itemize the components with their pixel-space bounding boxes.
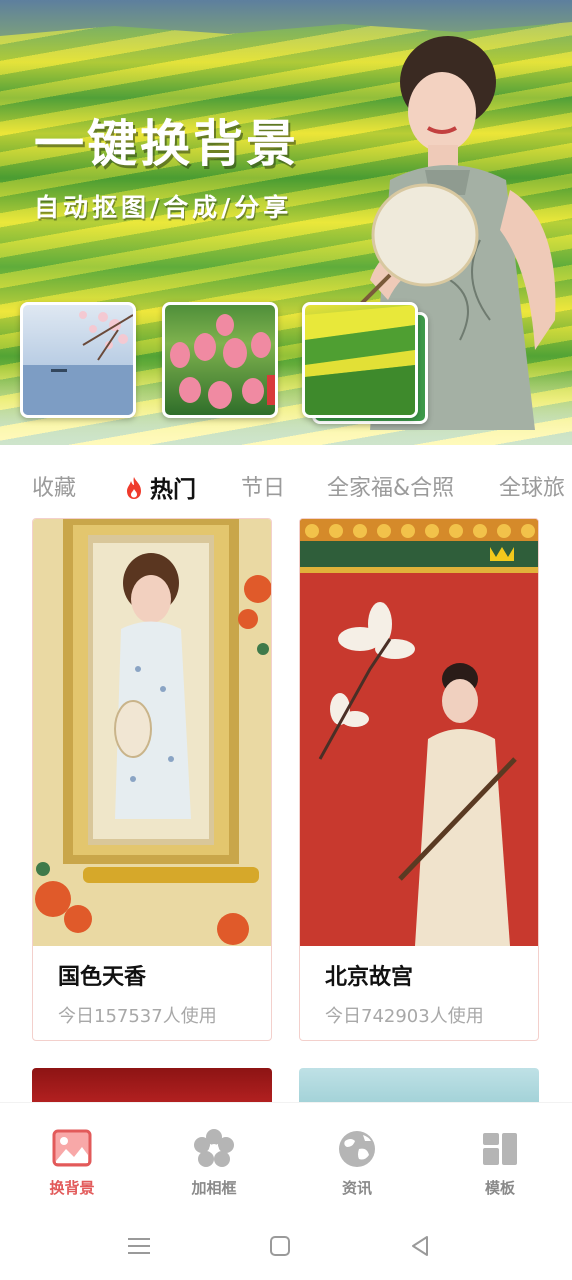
nav-change-background[interactable]: 换背景 — [22, 1129, 122, 1198]
guose-tianxiang-image — [33, 519, 271, 946]
background-thumb-tulips[interactable] — [162, 302, 278, 418]
hero-banner: 一键换背景 自动抠图/合成/分享 — [0, 0, 572, 445]
template-card[interactable]: 国色天香 今日157537人使用 — [32, 518, 272, 1041]
tab-holiday[interactable]: 节日 — [241, 470, 285, 502]
hero-title: 一键换背景 — [34, 115, 299, 173]
system-navigation-bar — [0, 1212, 572, 1280]
template-card[interactable]: 北京故宫 今日742903人使用 — [299, 518, 539, 1041]
card-usage: 今日742903人使用 — [325, 1006, 484, 1027]
background-thumb-rapeseed[interactable] — [302, 302, 418, 418]
nav-label: 模板 — [484, 1179, 515, 1197]
template-grid-icon — [483, 1133, 517, 1165]
hero-subtitle: 自动抠图/合成/分享 — [34, 193, 293, 222]
home-icon[interactable] — [265, 1232, 295, 1260]
card-usage: 今日157537人使用 — [58, 1006, 217, 1027]
tab-global-travel[interactable]: 全球旅 — [499, 470, 565, 502]
nav-label: 换背景 — [49, 1179, 95, 1197]
image-icon — [52, 1129, 92, 1167]
tab-family-group[interactable]: 全家福&合照 — [327, 470, 454, 502]
globe-icon — [339, 1131, 375, 1167]
lake-blossom-image — [23, 311, 133, 415]
bottom-navigation: 换背景 加相框 资讯 模板 — [0, 1102, 572, 1212]
card-title: 北京故宫 — [325, 965, 414, 990]
category-tabs: 收藏 热门 节日 全家福&合照 全球旅 — [0, 462, 572, 508]
menu-icon[interactable] — [124, 1232, 154, 1260]
card-title: 国色天香 — [58, 965, 147, 990]
template-image-gugong — [300, 519, 538, 946]
nav-news[interactable]: 资讯 — [307, 1129, 407, 1198]
nav-label: 加相框 — [191, 1179, 237, 1197]
background-thumbnails — [20, 302, 440, 424]
tab-hot-label: 热门 — [150, 477, 196, 503]
beijing-gugong-image — [300, 519, 538, 946]
nav-label: 资讯 — [341, 1179, 372, 1197]
template-image-guose — [33, 519, 271, 946]
nav-templates[interactable]: 模板 — [450, 1129, 550, 1198]
back-icon[interactable] — [405, 1232, 435, 1260]
tab-favorites[interactable]: 收藏 — [32, 470, 76, 502]
fire-icon — [127, 477, 141, 499]
tulips-image — [170, 314, 275, 409]
nav-add-frame[interactable]: 加相框 — [164, 1129, 264, 1198]
tab-hot[interactable]: 热门 — [124, 470, 196, 504]
background-thumb-lake[interactable] — [20, 302, 136, 418]
flower-frame-icon — [194, 1129, 234, 1167]
rapeseed-field-image — [305, 305, 415, 415]
